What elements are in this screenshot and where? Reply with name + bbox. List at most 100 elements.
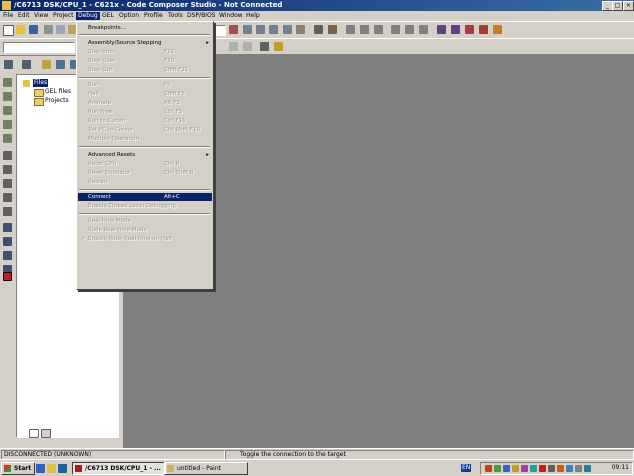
tool-b-icon[interactable] (3, 92, 12, 101)
menu-window[interactable]: Window (217, 12, 245, 20)
files-icon[interactable] (22, 60, 31, 69)
tray-icon-1[interactable] (485, 465, 492, 472)
tree-item-projects[interactable]: Projects (45, 97, 69, 105)
remove-breakpoint-icon[interactable] (243, 42, 252, 51)
tool-h-icon[interactable] (3, 179, 12, 188)
open-folder-icon[interactable] (16, 25, 25, 34)
tool-l-icon[interactable] (3, 237, 12, 246)
tray-icon-7[interactable] (539, 465, 546, 472)
menu-item-real-time-mode[interactable]: Real-time Mode (78, 217, 212, 225)
run-to-cursor-icon[interactable] (283, 25, 292, 34)
menu-item-assembly-source-stepping[interactable]: Assembly/Source Stepping ▸ (78, 39, 212, 47)
register-icon[interactable] (314, 25, 323, 34)
menu-item-rude-real-time-on-halt[interactable]: ✓ Enable Rude Real-time on Halt (78, 235, 212, 243)
ie-icon[interactable] (36, 464, 45, 473)
tray-icon-9[interactable] (557, 465, 564, 472)
menu-item-reset-cpu[interactable]: Reset CPU Ctrl R (78, 160, 212, 168)
language-indicator[interactable]: EN (461, 464, 472, 472)
menu-gel[interactable]: GEL (100, 12, 116, 20)
menu-item-animate[interactable]: Animate Alt F5 (78, 99, 212, 107)
tool-g-icon[interactable] (3, 165, 12, 174)
close-button[interactable]: × (623, 1, 634, 11)
record-icon[interactable] (3, 272, 12, 281)
menu-edit[interactable]: Edit (16, 12, 32, 20)
start-button[interactable]: Start (1, 462, 35, 475)
task-paint[interactable]: untitled - Paint (164, 462, 248, 475)
watch-icon[interactable] (296, 25, 305, 34)
tool-d-icon[interactable] (3, 120, 12, 129)
file-view-tab[interactable] (29, 429, 39, 438)
copy-icon[interactable] (56, 25, 65, 34)
project-combo[interactable] (3, 42, 75, 53)
menu-option[interactable]: Option (117, 12, 141, 20)
bookmark-icon[interactable] (391, 25, 400, 34)
build-icon[interactable] (437, 25, 446, 34)
menu-profile[interactable]: Profile (142, 12, 165, 20)
explorer-icon[interactable] (47, 464, 56, 473)
replace-icon[interactable] (419, 25, 428, 34)
menu-item-connect[interactable]: Connect Alt+C (78, 193, 212, 201)
menu-item-run-free[interactable]: Run Free Ctrl F5 (78, 108, 212, 116)
menu-debug[interactable]: Debug (76, 12, 100, 20)
profile-point-icon[interactable] (274, 42, 283, 51)
save-icon[interactable] (29, 25, 38, 34)
menu-item-step-out[interactable]: Step Out Shift F11 (78, 66, 212, 74)
menu-item-advanced-resets[interactable]: Advanced Resets ▸ (78, 151, 212, 159)
tray-icon-8[interactable] (548, 465, 555, 472)
menu-item-thread-level-debugging[interactable]: Enable Thread Level Debugging (78, 202, 212, 210)
menu-project[interactable]: Project (51, 12, 76, 20)
debug-tool-icon[interactable] (229, 25, 238, 34)
step-over-icon[interactable] (256, 25, 265, 34)
menu-item-reset-emulator[interactable]: Reset Emulator Ctrl Shift R (78, 169, 212, 177)
build-project-icon[interactable] (56, 60, 65, 69)
menu-item-restart[interactable]: Restart (78, 178, 212, 186)
menu-file[interactable]: File (1, 12, 15, 20)
menu-item-run[interactable]: Run F5 (78, 81, 212, 89)
tool-i-icon[interactable] (3, 193, 12, 202)
menu-item-breakpoints[interactable]: Breakpoints... (78, 24, 212, 32)
tool-a-icon[interactable] (3, 78, 12, 87)
menu-item-multiple-operation[interactable]: Multiple Operation... (78, 135, 212, 143)
clock[interactable]: 09:11 (612, 464, 629, 472)
network-icon[interactable] (584, 465, 591, 472)
tool-e-icon[interactable] (3, 134, 12, 143)
menu-item-set-pc-to-cursor[interactable]: Set PC to Cursor Ctrl Shift F10 (78, 126, 212, 134)
probe-icon[interactable] (493, 25, 502, 34)
tray-icon-2[interactable] (494, 465, 501, 472)
tool-c-icon[interactable] (3, 106, 12, 115)
outdent-icon[interactable] (374, 25, 383, 34)
task-ccs[interactable]: /C6713 DSK/CPU_1 - ... (72, 462, 166, 475)
disasm-icon[interactable] (346, 25, 355, 34)
tool-f-icon[interactable] (3, 151, 12, 160)
bookmarks-tab[interactable] (41, 429, 51, 438)
memory-icon[interactable] (328, 25, 337, 34)
find-icon[interactable] (405, 25, 414, 34)
tree-item-gel-files[interactable]: GEL files (45, 88, 71, 96)
menu-item-step-into[interactable]: Step Into F11 (78, 48, 212, 56)
cut-icon[interactable] (44, 25, 53, 34)
tool-k-icon[interactable] (3, 223, 12, 232)
menu-dspbios[interactable]: DSP/BIOS (185, 12, 218, 20)
tray-icon-3[interactable] (503, 465, 510, 472)
menu-item-run-to-cursor[interactable]: Run to Cursor Ctrl F10 (78, 117, 212, 125)
menu-item-rude-real-time-mode[interactable]: Rude Real-time Mode (78, 226, 212, 234)
desktop-icon[interactable] (58, 464, 67, 473)
maximize-button[interactable]: □ (612, 1, 623, 11)
menu-help[interactable]: Help (244, 12, 262, 20)
tray-icon-4[interactable] (512, 465, 519, 472)
compile-icon[interactable] (479, 25, 488, 34)
menu-item-halt[interactable]: Halt Shift F5 (78, 90, 212, 98)
indent-icon[interactable] (360, 25, 369, 34)
tool-j-icon[interactable] (3, 207, 12, 216)
menu-item-step-over[interactable]: Step Over F10 (78, 57, 212, 65)
menu-tools[interactable]: Tools (166, 12, 185, 20)
tool-m-icon[interactable] (3, 251, 12, 260)
new-file-icon[interactable] (3, 25, 14, 36)
tray-icon-6[interactable] (530, 465, 537, 472)
step-out-icon[interactable] (269, 25, 278, 34)
menu-view[interactable]: View (32, 12, 50, 20)
tray-icon-5[interactable] (521, 465, 528, 472)
step-icon[interactable] (243, 25, 252, 34)
breakpoint-icon[interactable] (229, 42, 238, 51)
open-project-icon[interactable] (42, 60, 51, 69)
